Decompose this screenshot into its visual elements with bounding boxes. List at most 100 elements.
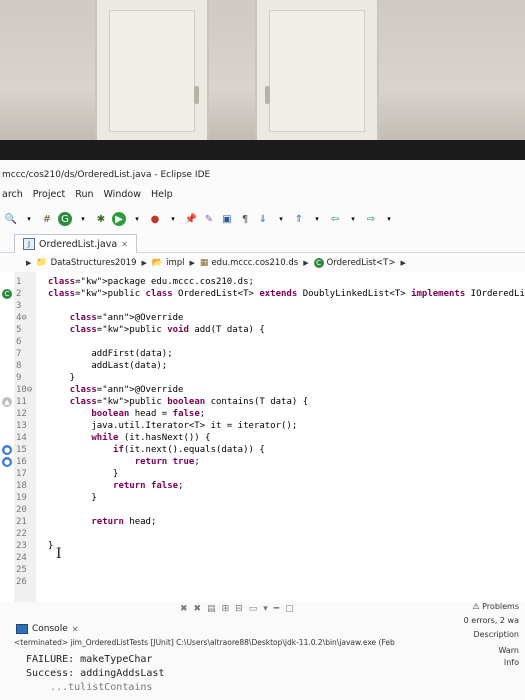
problems-icon: ⚠ (472, 602, 480, 611)
problems-summary: 0 errors, 2 wa (463, 616, 519, 625)
clear-console-icon[interactable]: ▤ (207, 604, 216, 614)
code-line[interactable]: 19 } (0, 492, 525, 504)
code-line[interactable]: 9 } (0, 372, 525, 384)
problems-warnings-row[interactable]: Warn (498, 646, 519, 655)
gutter-marker-icon[interactable]: ● (2, 457, 12, 467)
back-icon[interactable]: ⇦ (328, 212, 342, 226)
debug-icon[interactable]: ✱ (94, 212, 108, 226)
problems-tab[interactable]: ⚠ Problems (472, 602, 519, 611)
code-line[interactable]: 12 boolean head = false; (0, 408, 525, 420)
gutter-marker-icon[interactable]: ● (2, 445, 12, 455)
monitor-bezel (0, 140, 525, 162)
maximize-icon[interactable]: ▢ (285, 604, 294, 614)
chevron-right-icon: ▶ (141, 259, 147, 267)
code-line[interactable]: 16 return true; (0, 456, 525, 468)
code-line[interactable]: 24 (0, 552, 525, 564)
pin-icon[interactable]: 📌 (184, 212, 198, 226)
breadcrumb-class[interactable]: C OrderedList<T> (313, 258, 396, 268)
breadcrumb-project[interactable]: 📁 DataStructures2019 (36, 258, 136, 268)
console-output-line: Success: addingAddsLast (26, 668, 165, 679)
code-line[interactable]: 17 } (0, 468, 525, 480)
code-text: class="kw">public boolean contains(T dat… (69, 397, 309, 407)
code-line[interactable]: 5 class="kw">public void add(T data) { (0, 324, 525, 336)
code-line[interactable]: 20 (0, 504, 525, 516)
annotation-icon[interactable]: ✎ (202, 212, 216, 226)
gutter-marker-icon[interactable]: C (2, 289, 12, 299)
code-line[interactable]: 22 (0, 528, 525, 540)
menu-project[interactable]: Project (33, 189, 66, 205)
show-whitespace-icon[interactable]: ¶ (238, 212, 252, 226)
forward-icon[interactable]: ⇨ (364, 212, 378, 226)
pin-console-icon[interactable]: ⊟ (235, 604, 243, 614)
line-number: 4⊖ (16, 313, 27, 323)
display-console-icon[interactable]: ▭ (249, 604, 258, 614)
prev-annotation-icon[interactable]: ⇑ (292, 212, 306, 226)
remove-all-icon[interactable]: ✖ (194, 604, 202, 614)
code-line[interactable]: 2 class="kw">public class OrderedList<T> … (0, 288, 525, 300)
dropdown-arrow-icon[interactable]: ▾ (310, 212, 324, 226)
code-line[interactable]: 21 return head; (0, 516, 525, 528)
problems-infos-row[interactable]: Info (504, 658, 519, 667)
line-number: 20 (16, 505, 27, 515)
code-line[interactable]: 10⊖ class="ann">@Override (0, 384, 525, 396)
remove-launch-icon[interactable]: ✖ (180, 604, 188, 614)
dropdown-arrow-icon[interactable]: ▾ (346, 212, 360, 226)
open-console-icon[interactable]: ▾ (263, 604, 268, 614)
tab-orderedlist-java[interactable]: J OrderedList.java ✕ (14, 234, 137, 253)
console-tab[interactable]: Console ✕ (16, 624, 78, 634)
line-number: 19 (16, 493, 27, 503)
dropdown-arrow-icon[interactable]: ▾ (274, 212, 288, 226)
code-line[interactable]: 15 if(it.next().equals(data)) { (0, 444, 525, 456)
background-scene (0, 0, 525, 150)
search-icon[interactable]: 🔍 (4, 212, 18, 226)
code-editor[interactable]: 1 class="kw">package edu.mccc.cos210.ds; 2… (0, 272, 525, 602)
code-line[interactable]: 23} (0, 540, 525, 552)
code-text: return head; (91, 517, 157, 527)
code-line[interactable]: 25 (0, 564, 525, 576)
code-text: return false; (113, 481, 184, 491)
dropdown-arrow-icon[interactable]: ▾ (76, 212, 90, 226)
text-cursor-icon: I (56, 546, 62, 562)
dropdown-arrow-icon[interactable]: ▾ (22, 212, 36, 226)
code-text: class="ann">@Override (69, 385, 184, 395)
code-line[interactable]: 14 while (it.hasNext()) { (0, 432, 525, 444)
code-line[interactable]: 8 addLast(data); (0, 360, 525, 372)
external-tools-icon[interactable]: ● (148, 212, 162, 226)
menu-window[interactable]: Window (104, 189, 141, 205)
close-icon[interactable]: ✕ (121, 240, 128, 249)
run-icon[interactable]: ▶ (112, 212, 126, 226)
minimize-icon[interactable]: ━ (274, 604, 279, 614)
tab-label: OrderedList.java (39, 238, 118, 250)
code-text: return true; (134, 457, 200, 467)
code-text: boolean head = false; (91, 409, 206, 419)
scroll-lock-icon[interactable]: ⊞ (222, 604, 230, 614)
dropdown-arrow-icon[interactable]: ▾ (130, 212, 144, 226)
breadcrumb-project-label: DataStructures2019 (50, 258, 137, 268)
code-line[interactable]: 13 java.util.Iterator<T> it = iterator()… (0, 420, 525, 432)
menu-search[interactable]: arch (2, 189, 23, 205)
code-line[interactable]: 7 addFirst(data); (0, 348, 525, 360)
code-line[interactable]: 6 (0, 336, 525, 348)
gutter-marker-icon[interactable]: ▲ (2, 397, 12, 407)
java-file-icon: J (23, 238, 35, 250)
code-line[interactable]: 1 class="kw">package edu.mccc.cos210.ds; (0, 276, 525, 288)
problems-column-description[interactable]: Description (473, 630, 519, 639)
code-line[interactable]: 11 class="kw">public boolean contains(T … (0, 396, 525, 408)
code-line[interactable]: 3 (0, 300, 525, 312)
toggle-mark-icon[interactable]: ▣ (220, 212, 234, 226)
next-annotation-icon[interactable]: ⇓ (256, 212, 270, 226)
line-number: 7 (16, 349, 22, 359)
menu-run[interactable]: Run (75, 189, 93, 205)
code-line[interactable]: 4⊖ class="ann">@Override (0, 312, 525, 324)
door-right (255, 0, 379, 150)
new-class-icon[interactable]: G (58, 212, 72, 226)
breadcrumb-folder[interactable]: 📂 impl (152, 258, 185, 268)
dropdown-arrow-icon[interactable]: ▾ (166, 212, 180, 226)
code-line[interactable]: 26 (0, 576, 525, 588)
close-icon[interactable]: ✕ (72, 625, 79, 634)
grid-icon[interactable]: # (40, 212, 54, 226)
dropdown-arrow-icon[interactable]: ▾ (382, 212, 396, 226)
menu-help[interactable]: Help (151, 189, 173, 205)
breadcrumb-package[interactable]: ▦ edu.mccc.cos210.ds (200, 258, 298, 268)
code-line[interactable]: 18 return false; (0, 480, 525, 492)
